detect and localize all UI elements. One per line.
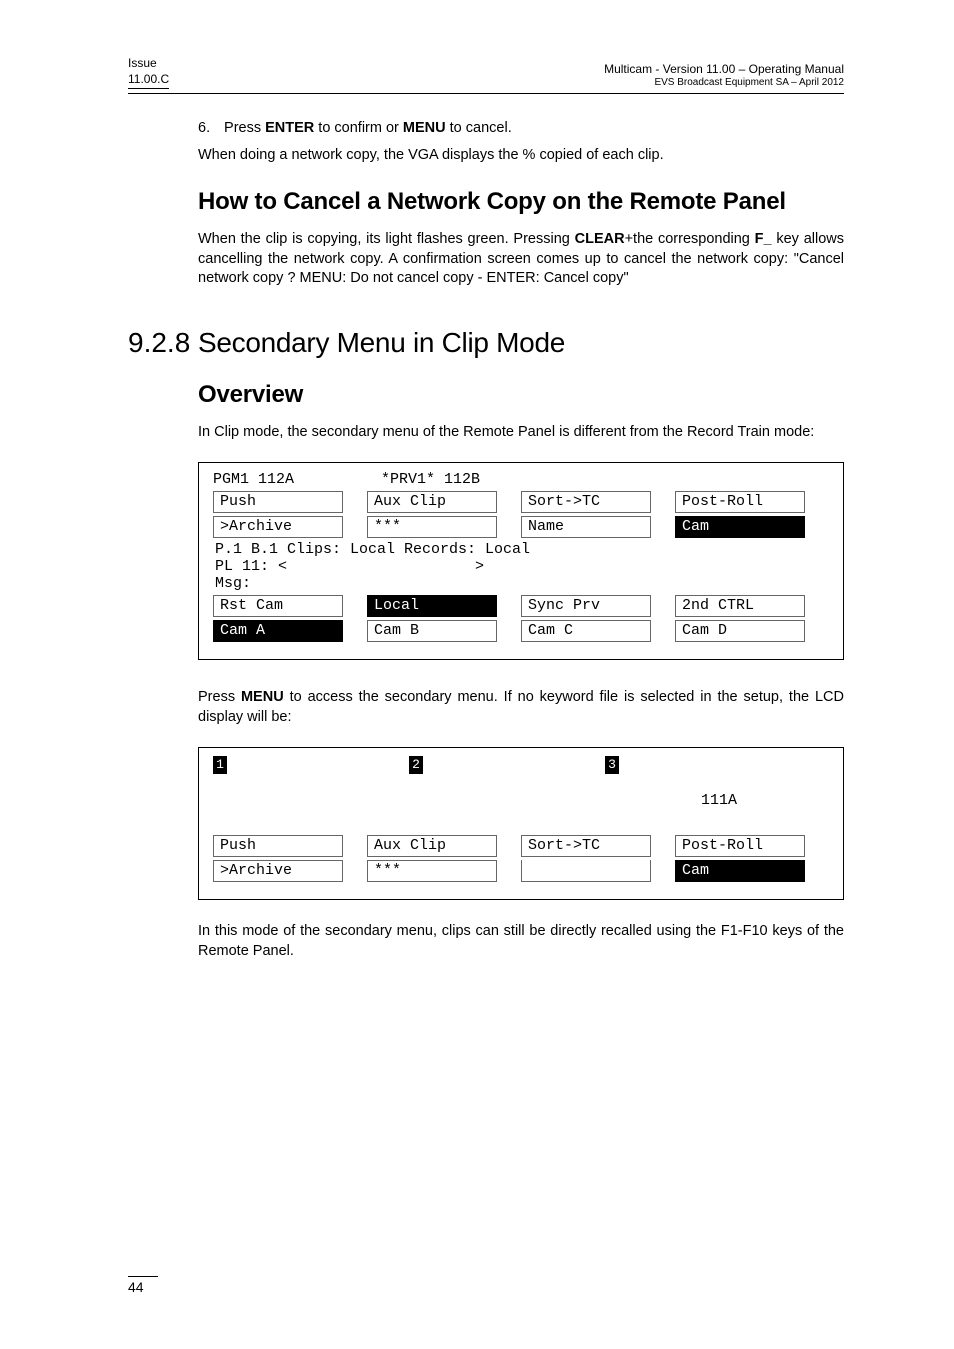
- para-overview: In Clip mode, the secondary menu of the …: [198, 423, 844, 443]
- step-6-number: 6.: [198, 120, 220, 136]
- page-number: 44: [128, 1276, 158, 1295]
- lcd2-r2c3: [521, 860, 651, 882]
- step-6-bold1: ENTER: [265, 120, 314, 136]
- header-company: EVS Broadcast Equipment SA – April 2012: [604, 77, 844, 90]
- lcd1-header: PGM1 112A *PRV1* 112B: [213, 471, 831, 488]
- step-6-text-c: to cancel.: [446, 120, 512, 136]
- lcd1-r3c2: Local: [367, 595, 497, 617]
- para-press-menu: Press MENU to access the secondary menu.…: [198, 688, 844, 727]
- lcd2-r1c3: Sort->TC: [521, 835, 651, 857]
- lcd2-r2c2: ***: [367, 860, 497, 882]
- lcd2-r1c1: Push: [213, 835, 343, 857]
- lcd1-line2a: PL 11: <: [215, 558, 475, 575]
- para-final: In this mode of the secondary menu, clip…: [198, 922, 844, 961]
- lcd1-line2b: >: [475, 558, 484, 575]
- para-cancel: When the clip is copying, its light flas…: [198, 230, 844, 289]
- lcd1-r1c1: Push: [213, 491, 343, 513]
- header-issue-label: Issue: [128, 55, 169, 71]
- header-left: Issue 11.00.C: [128, 55, 169, 89]
- lcd1-r2c2: ***: [367, 516, 497, 538]
- lcd1-r4c4: Cam D: [675, 620, 805, 642]
- lcd1-r2c4: Cam: [675, 516, 805, 538]
- step-6-bold2: MENU: [403, 120, 446, 136]
- lcd1-head-right: *PRV1* 112B: [349, 471, 509, 488]
- lcd1-r1c3: Sort->TC: [521, 491, 651, 513]
- para-menu-b: to access the secondary menu. If no keyw…: [198, 689, 844, 725]
- lcd1-r3c1: Rst Cam: [213, 595, 343, 617]
- heading-secondary-menu: Secondary Menu in Clip Mode: [198, 327, 565, 359]
- lcd-panel-2: 1 2 3 111A Push Aux Clip Sort->TC Post-R…: [198, 747, 844, 900]
- para-menu-bold: MENU: [241, 689, 284, 705]
- lcd2-r1c4: Post-Roll: [675, 835, 805, 857]
- lcd1-r1c2: Aux Clip: [367, 491, 497, 513]
- lcd2-kw2: 2: [409, 756, 423, 774]
- lcd2-kw3: 3: [605, 756, 619, 774]
- lcd1-r2c3: Name: [521, 516, 651, 538]
- lcd1-r4c3: Cam C: [521, 620, 651, 642]
- lcd1-r4c1: Cam A: [213, 620, 343, 642]
- lcd1-r4c2: Cam B: [367, 620, 497, 642]
- para-network-copy: When doing a network copy, the VGA displ…: [198, 146, 844, 166]
- header-issue-num: 11.00.C: [128, 71, 169, 89]
- step-6-text-a: Press: [224, 120, 265, 136]
- lcd1-head-left: PGM1 112A: [213, 471, 349, 488]
- para-cancel-bold1: CLEAR: [575, 231, 625, 247]
- heading-cancel-network-copy: How to Cancel a Network Copy on the Remo…: [198, 188, 844, 216]
- lcd2-r1c2: Aux Clip: [367, 835, 497, 857]
- para-cancel-b: +the corresponding: [625, 231, 755, 247]
- para-cancel-a: When the clip is copying, its light flas…: [198, 231, 575, 247]
- heading-overview: Overview: [198, 381, 844, 409]
- lcd1-text-line3: Msg:: [213, 575, 831, 592]
- para-cancel-bold2: F_: [755, 231, 772, 247]
- lcd1-r3c4: 2nd CTRL: [675, 595, 805, 617]
- lcd2-r2c4: Cam: [675, 860, 805, 882]
- step-6-text-b: to confirm or: [314, 120, 403, 136]
- header-right: Multicam - Version 11.00 – Operating Man…: [604, 62, 844, 90]
- lcd1-text-line2: PL 11: <>: [213, 558, 831, 575]
- lcd1-r1c4: Post-Roll: [675, 491, 805, 513]
- header-product: Multicam - Version 11.00 – Operating Man…: [604, 62, 844, 77]
- lcd1-r3c3: Sync Prv: [521, 595, 651, 617]
- lcd2-right-label: 111A: [213, 792, 831, 809]
- lcd1-text-line1: P.1 B.1 Clips: Local Records: Local: [213, 541, 831, 558]
- lcd-panel-1: PGM1 112A *PRV1* 112B Push Aux Clip Sort…: [198, 462, 844, 660]
- lcd2-r2c1: >Archive: [213, 860, 343, 882]
- lcd2-kw1: 1: [213, 756, 227, 774]
- header-rule: [128, 93, 844, 94]
- lcd1-r2c1: >Archive: [213, 516, 343, 538]
- section-number: 9.2.8: [128, 327, 198, 359]
- para-menu-a: Press: [198, 689, 241, 705]
- step-6: 6. Press ENTER to confirm or MENU to can…: [198, 120, 844, 136]
